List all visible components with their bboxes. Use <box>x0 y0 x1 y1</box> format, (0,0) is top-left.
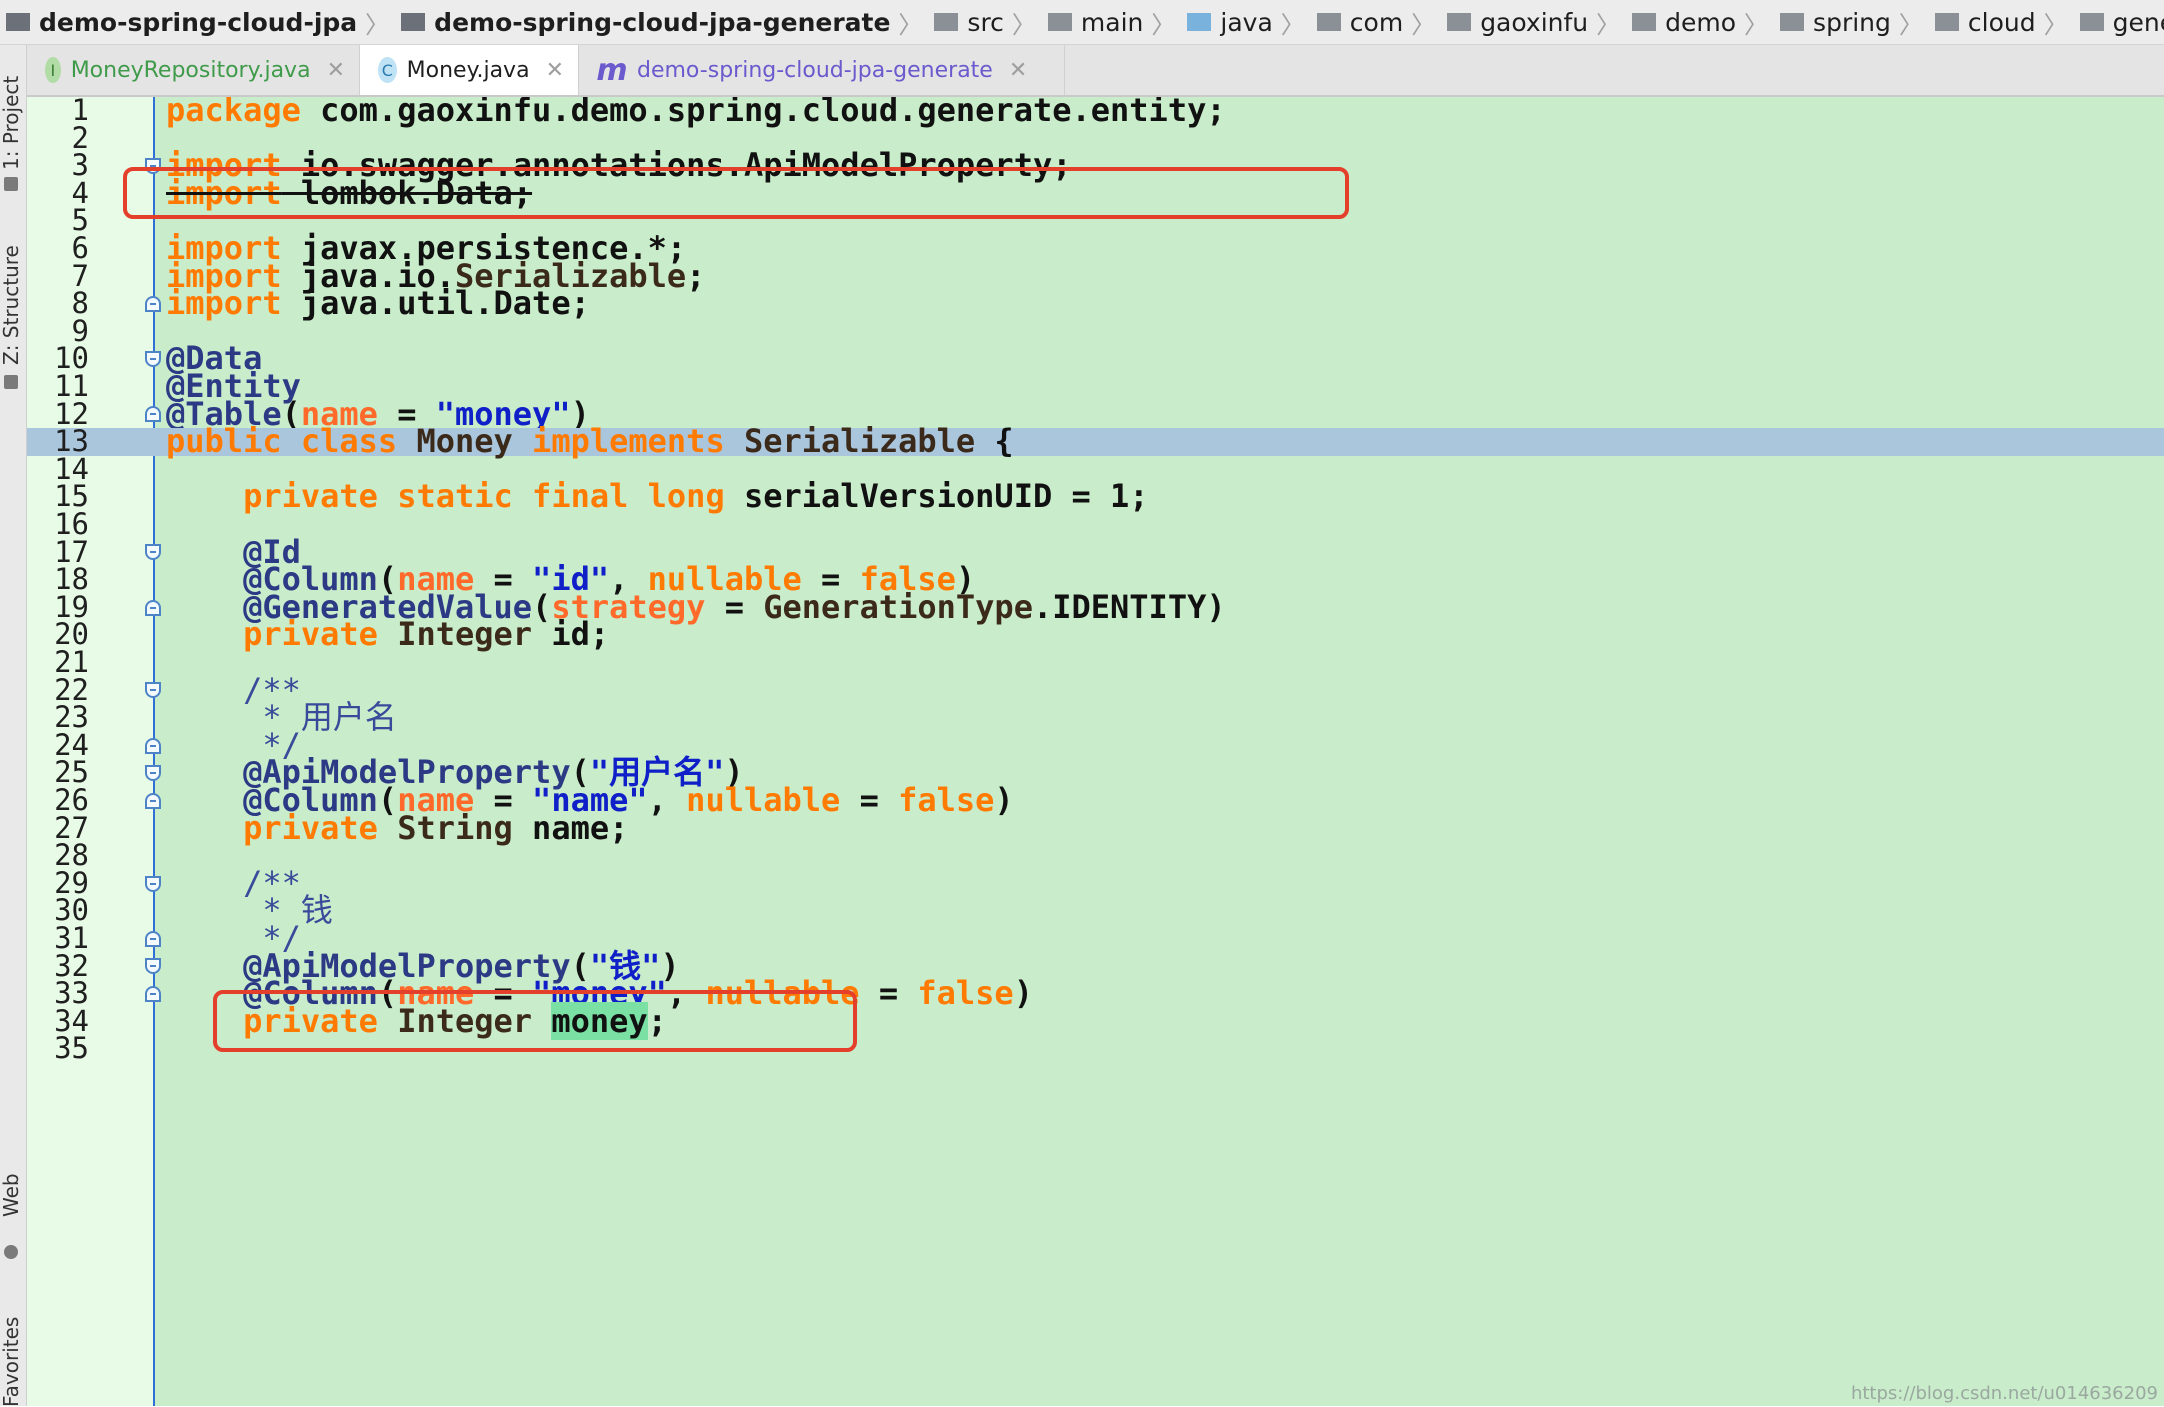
code-line[interactable]: 10 @Data <box>27 342 2164 374</box>
code-text: public class Money implements Serializab… <box>166 422 1014 461</box>
package-icon <box>1780 13 1805 31</box>
fold-marker-icon[interactable] <box>145 406 161 423</box>
breadcrumb-item[interactable]: com 〉 <box>1311 0 1441 44</box>
structure-tool-window-button[interactable]: Z: Structure <box>0 245 23 365</box>
code-line[interactable]: 16 <box>27 510 2164 539</box>
editor-tab-bar: I MoneyRepository.java ✕ C Money.java ✕ … <box>27 45 2164 97</box>
fold-marker-icon[interactable] <box>145 792 161 809</box>
project-tool-window-button[interactable]: 1: Project <box>0 76 23 170</box>
fold-marker-icon[interactable] <box>145 958 161 975</box>
tab-label: MoneyRepository.java <box>70 57 311 83</box>
code-line[interactable]: 20 private Integer id; <box>27 615 2164 654</box>
tab-money[interactable]: C Money.java ✕ <box>360 45 579 95</box>
code-line[interactable]: 1 package com.gaoxinfu.demo.spring.cloud.… <box>27 97 2164 129</box>
fold-marker-icon[interactable] <box>145 985 161 1002</box>
folder-icon <box>934 13 959 31</box>
breadcrumb-item[interactable]: java 〉 <box>1181 0 1310 44</box>
fold-marker-icon[interactable] <box>145 351 161 368</box>
structure-icon <box>4 375 18 389</box>
fold-marker-icon[interactable] <box>145 765 161 782</box>
tab-pom-module[interactable]: m demo-spring-cloud-jpa-generate ✕ <box>579 45 1065 95</box>
fold-marker-icon[interactable] <box>145 875 161 892</box>
interface-icon: I <box>45 57 61 83</box>
breadcrumb-item[interactable]: demo-spring-cloud-jpa 〉 <box>0 0 395 44</box>
highlight-box-import <box>123 167 1349 219</box>
favorites-tool-window-button[interactable]: Favorites <box>0 1317 23 1407</box>
code-text: import java.util.Date; <box>166 284 590 323</box>
fold-marker-icon[interactable] <box>145 544 161 561</box>
tab-label: demo-spring-cloud-jpa-generate <box>637 57 993 83</box>
close-icon[interactable]: ✕ <box>327 58 345 83</box>
code-line[interactable]: 13 public class Money implements Serializ… <box>27 422 2164 461</box>
tab-label: Money.java <box>406 57 530 83</box>
code-text: private String name; <box>243 808 629 847</box>
maven-icon: m <box>596 52 628 88</box>
breadcrumb-item[interactable]: gaoxinfu 〉 <box>1441 0 1626 44</box>
code-line[interactable]: 28 <box>27 841 2164 870</box>
project-icon <box>4 177 18 191</box>
breadcrumb-item[interactable]: cloud 〉 <box>1929 0 2074 44</box>
close-icon[interactable]: ✕ <box>1009 58 1027 83</box>
module-folder-icon <box>401 13 426 31</box>
web-tool-window-button[interactable]: Web <box>0 1173 23 1217</box>
package-icon <box>1447 13 1472 31</box>
close-icon[interactable]: ✕ <box>546 58 564 83</box>
fold-marker-icon[interactable] <box>145 599 161 616</box>
breadcrumb-item[interactable]: spring 〉 <box>1774 0 1929 44</box>
fold-marker-icon[interactable] <box>145 295 161 312</box>
fold-marker-icon[interactable] <box>145 737 161 754</box>
watermark: https://blog.csdn.net/u014636209 <box>1850 1383 2158 1404</box>
module-folder-icon <box>6 13 30 31</box>
highlight-box-annotation <box>213 990 857 1052</box>
breadcrumb-item[interactable]: demo-spring-cloud-jpa-generate 〉 <box>395 0 928 44</box>
code-line[interactable]: 30 * 钱 <box>27 894 2164 926</box>
code-line[interactable]: 23 * 用户名 <box>27 701 2164 733</box>
code-line[interactable]: 21 <box>27 648 2164 677</box>
code-text: package com.gaoxinfu.demo.spring.cloud.g… <box>166 97 1226 129</box>
breadcrumb-item[interactable]: demo 〉 <box>1626 0 1774 44</box>
code-editor[interactable]: 1 package com.gaoxinfu.demo.spring.cloud.… <box>27 97 2164 1406</box>
line-number: 35 <box>54 1031 89 1066</box>
breadcrumb-item[interactable]: generate〉 <box>2074 0 2164 44</box>
class-icon: C <box>378 57 397 83</box>
breadcrumb-item[interactable]: src 〉 <box>928 0 1042 44</box>
tab-money-repository[interactable]: I MoneyRepository.java ✕ <box>27 45 360 95</box>
package-icon <box>2079 13 2104 31</box>
code-line[interactable]: 29 /** <box>27 867 2164 899</box>
package-icon <box>1934 13 1959 31</box>
folder-icon <box>1047 13 1072 31</box>
tool-window-strip: 1: Project Z: Structure Web Favorites <box>0 45 27 1407</box>
source-root-folder-icon <box>1187 13 1212 31</box>
navigation-breadcrumb: demo-spring-cloud-jpa 〉 demo-spring-cloud… <box>0 0 2164 45</box>
code-text: private Integer id; <box>243 615 610 654</box>
code-line[interactable]: 8 import java.util.Date; <box>27 284 2164 323</box>
fold-marker-icon[interactable] <box>145 930 161 947</box>
package-icon <box>1632 13 1657 31</box>
code-line[interactable]: 9 <box>27 317 2164 346</box>
code-text: private static final long serialVersionU… <box>243 477 1149 516</box>
code-line[interactable]: 27 private String name; <box>27 808 2164 847</box>
fold-marker-icon[interactable] <box>145 682 161 699</box>
breadcrumb-item[interactable]: main 〉 <box>1042 0 1181 44</box>
globe-icon <box>4 1245 18 1259</box>
code-line[interactable]: 15 private static final long serialVersi… <box>27 477 2164 516</box>
package-icon <box>1316 13 1341 31</box>
